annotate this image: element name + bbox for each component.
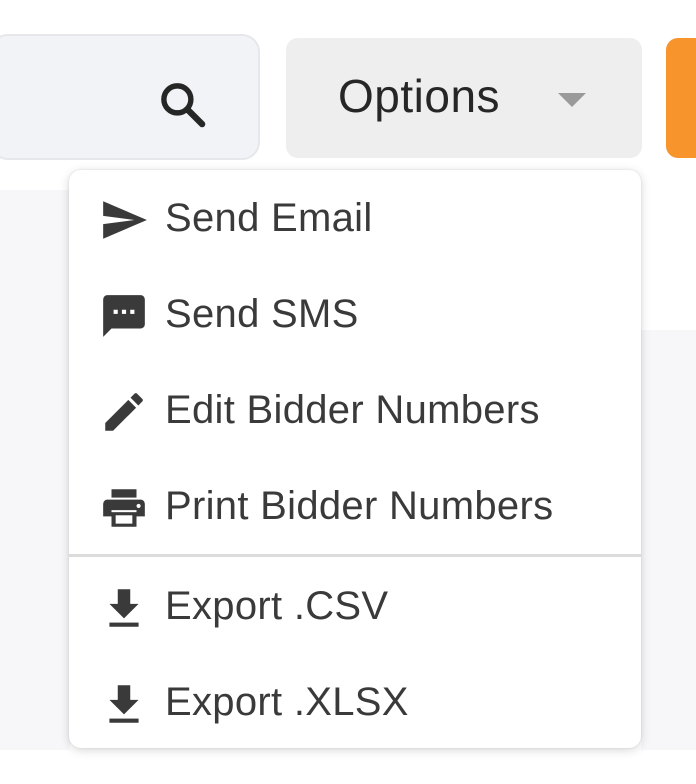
background-panel	[0, 190, 70, 750]
menu-item-label: Send Email	[165, 196, 373, 240]
menu-divider	[69, 554, 641, 557]
sms-icon	[103, 295, 145, 337]
menu-item-export-csv[interactable]: Export .CSV	[69, 558, 641, 654]
printer-icon	[103, 489, 145, 527]
caret-down-icon	[558, 93, 586, 107]
page: Options Send Email Send SMS Edit Bidder …	[0, 0, 696, 784]
menu-item-export-xlsx[interactable]: Export .XLSX	[69, 654, 641, 748]
search-input[interactable]	[0, 34, 260, 160]
download-icon	[109, 685, 139, 723]
menu-item-send-sms[interactable]: Send SMS	[69, 266, 641, 362]
menu-item-edit-bidder-numbers[interactable]: Edit Bidder Numbers	[69, 362, 641, 458]
menu-item-print-bidder-numbers[interactable]: Print Bidder Numbers	[69, 458, 641, 554]
options-button[interactable]: Options	[286, 38, 642, 158]
menu-item-label: Edit Bidder Numbers	[165, 388, 540, 432]
send-icon	[103, 201, 147, 239]
download-icon	[109, 589, 139, 627]
menu-item-label: Send SMS	[165, 292, 359, 336]
background-panel	[641, 330, 696, 750]
options-button-label: Options	[338, 70, 501, 122]
menu-item-label: Print Bidder Numbers	[165, 484, 554, 528]
menu-item-label: Export .CSV	[165, 584, 389, 628]
menu-item-label: Export .XLSX	[165, 680, 409, 724]
options-dropdown-menu: Send Email Send SMS Edit Bidder Numbers	[69, 170, 641, 748]
pencil-icon	[105, 393, 143, 431]
search-icon[interactable]	[156, 78, 210, 132]
menu-item-send-email[interactable]: Send Email	[69, 170, 641, 266]
primary-action-button[interactable]	[666, 38, 696, 158]
